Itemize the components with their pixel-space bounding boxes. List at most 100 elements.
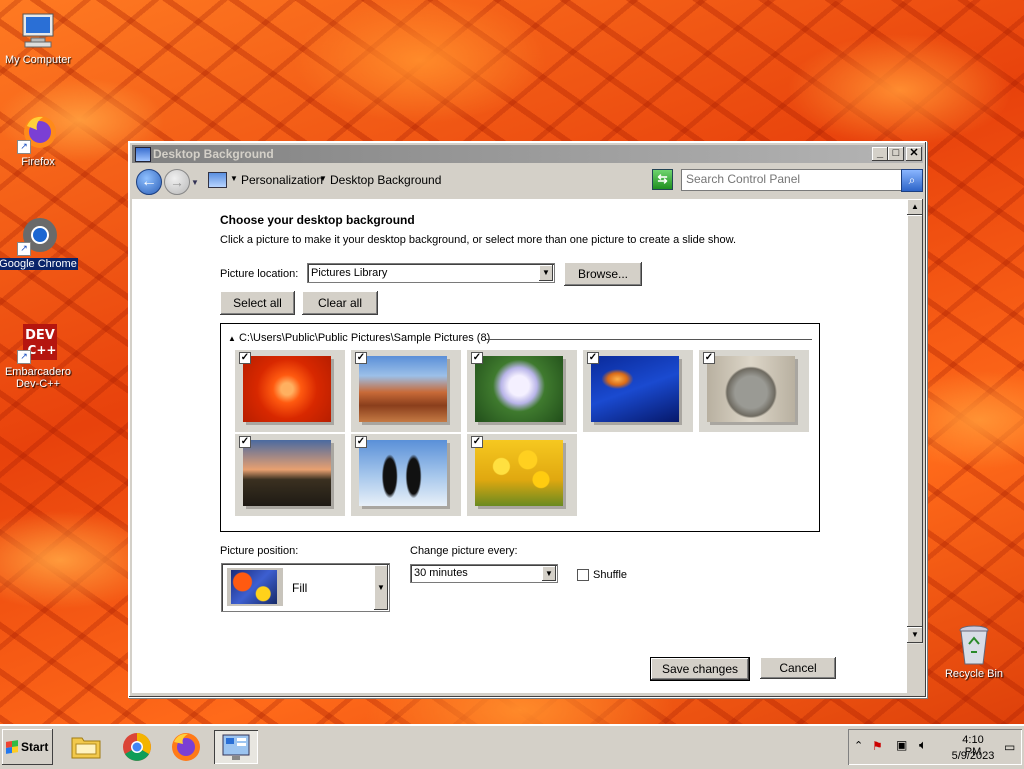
thumbnail-tulips[interactable]: ✓ (467, 434, 577, 516)
refresh-icon: ⇆ (657, 172, 668, 186)
chevron-down-icon[interactable]: ▼ (230, 174, 238, 183)
shuffle-checkbox[interactable] (577, 569, 589, 581)
title-bar[interactable]: Desktop Background _ □ ✕ (132, 145, 923, 163)
picture-location-label: Picture location: (220, 268, 299, 280)
control-panel-icon (135, 147, 151, 162)
back-button[interactable]: ← (136, 169, 162, 195)
thumbnail-chrysanthemum[interactable]: ✓ (235, 350, 345, 432)
shuffle-label[interactable]: Shuffle (593, 569, 627, 581)
breadcrumb[interactable]: ▼ Personalization ▼ Desktop Background ▼ (204, 169, 715, 191)
taskbar-explorer[interactable] (68, 730, 104, 764)
thumbnail-koala[interactable]: ✓ (699, 350, 809, 432)
chrome-icon: ↗ (17, 214, 59, 256)
minimize-button[interactable]: _ (872, 147, 888, 161)
dev-cpp-icon: DEV C++ ↗ (17, 322, 59, 364)
address-bar: ← → ▼ ▼ Personalization ▼ Desktop Backgr… (132, 164, 923, 198)
desktop-icon-my-computer[interactable]: My Computer (0, 10, 78, 66)
breadcrumb-personalization[interactable]: Personalization (241, 173, 323, 187)
thumbnail-checkbox[interactable]: ✓ (239, 436, 251, 448)
show-desktop-icon[interactable]: ▭ (1004, 740, 1015, 754)
scroll-down-button[interactable]: ▼ (907, 627, 923, 643)
breadcrumb-desktop-background[interactable]: Desktop Background (330, 173, 441, 187)
windows-logo-icon (6, 740, 18, 754)
desktop-icon-firefox[interactable]: ↗ Firefox (0, 112, 78, 168)
refresh-button[interactable]: ⇆ (652, 169, 673, 190)
maximize-button[interactable]: □ (888, 147, 904, 161)
thumbnail-checkbox[interactable]: ✓ (355, 436, 367, 448)
system-tray: ⌃ ⚑ ▣ 🔈︎ 4:10 PM 5/9/2023 ▭ (848, 729, 1022, 765)
desktop-icon-dev-cpp[interactable]: DEV C++ ↗ Embarcadero Dev-C++ (0, 322, 78, 390)
thumbnail-image (475, 356, 563, 422)
search-button[interactable]: ⌕ (901, 169, 923, 192)
control-panel-icon (208, 172, 227, 188)
desktop-icon-label: Embarcadero Dev-C++ (4, 366, 72, 390)
folder-icon (71, 737, 101, 759)
volume-icon[interactable]: 🔈︎ (919, 737, 927, 753)
vertical-scrollbar[interactable]: ▲ ▼ (907, 199, 923, 644)
computer-icon (17, 10, 59, 52)
thumbnail-penguins[interactable]: ✓ (351, 434, 461, 516)
instructions-text: Click a picture to make it your desktop … (220, 234, 737, 246)
divider (486, 339, 812, 340)
thumbnail-checkbox[interactable]: ✓ (471, 436, 483, 448)
picture-gallery: ▲ C:\Users\Public\Public Pictures\Sample… (220, 323, 820, 532)
desktop-icon-label: My Computer (4, 54, 72, 66)
shortcut-arrow-icon: ↗ (17, 242, 31, 256)
thumbnail-lighthouse[interactable]: ✓ (235, 434, 345, 516)
taskbar-control-panel[interactable] (214, 730, 258, 764)
chevron-down-icon[interactable]: ▼ (539, 265, 553, 281)
chrome-icon (123, 733, 151, 761)
taskbar-firefox[interactable] (168, 730, 204, 764)
picture-position-label: Picture position: (220, 545, 299, 557)
thumbnail-jellyfish[interactable]: ✓ (583, 350, 693, 432)
thumbnail-checkbox[interactable]: ✓ (355, 352, 367, 364)
gallery-group-header[interactable]: ▲ C:\Users\Public\Public Pictures\Sample… (228, 332, 490, 344)
forward-button[interactable]: → (164, 169, 190, 195)
desktop-icon-google-chrome[interactable]: ↗ Google Chrome (0, 214, 78, 270)
scrollbar-thumb[interactable] (907, 215, 923, 627)
chevron-down-icon[interactable]: ▼ (319, 174, 327, 183)
network-icon[interactable]: ▣ (896, 738, 907, 752)
thumbnail-checkbox[interactable]: ✓ (703, 352, 715, 364)
browse-button[interactable]: Browse... (564, 262, 642, 286)
change-interval-select[interactable]: 30 minutes ▼ (410, 564, 558, 583)
thumbnail-checkbox[interactable]: ✓ (239, 352, 251, 364)
thumbnail-checkbox[interactable]: ✓ (471, 352, 483, 364)
recent-pages-dropdown[interactable]: ▼ (191, 178, 199, 187)
cancel-button[interactable]: Cancel (760, 657, 836, 679)
start-label: Start (21, 740, 49, 754)
group-path: C:\Users\Public\Public Pictures\Sample P… (238, 332, 491, 344)
thumbnail-image (591, 356, 679, 422)
collapse-icon[interactable]: ▲ (228, 334, 236, 343)
picture-location-value: Pictures Library (311, 267, 388, 279)
position-preview (227, 568, 283, 606)
svg-text:DEV: DEV (25, 328, 55, 343)
thumbnail-image (359, 440, 447, 506)
thumbnail-desert[interactable]: ✓ (351, 350, 461, 432)
clear-all-button[interactable]: Clear all (302, 291, 378, 315)
show-hidden-icons-icon[interactable]: ⌃ (854, 739, 863, 752)
page-title: Choose your desktop background (220, 213, 415, 227)
thumbnail-image (243, 356, 331, 422)
main-content: Choose your desktop background Click a p… (132, 199, 907, 693)
picture-position-select[interactable]: Fill ▼ (221, 563, 390, 612)
select-all-button[interactable]: Select all (220, 291, 295, 315)
firefox-icon (172, 733, 200, 761)
security-alert-icon[interactable]: ⚑ (872, 739, 883, 753)
clock-date[interactable]: 5/9/2023 (948, 750, 998, 762)
desktop-icon-label: Google Chrome (0, 258, 78, 270)
thumbnail-checkbox[interactable]: ✓ (587, 352, 599, 364)
start-button[interactable]: Start (2, 729, 53, 765)
search-field[interactable] (681, 169, 902, 191)
save-changes-button[interactable]: Save changes (650, 657, 750, 681)
desktop-icon-recycle-bin[interactable]: Recycle Bin (934, 624, 1014, 680)
search-input[interactable] (682, 170, 900, 188)
chevron-down-icon[interactable]: ▼ (542, 566, 556, 581)
thumbnail-hydrangeas[interactable]: ✓ (467, 350, 577, 432)
close-button[interactable]: ✕ (906, 147, 922, 161)
scroll-up-button[interactable]: ▲ (907, 199, 923, 215)
taskbar-chrome[interactable] (119, 730, 155, 764)
chevron-down-icon[interactable]: ▼ (374, 565, 388, 610)
desktop-icon-label: Recycle Bin (944, 668, 1004, 680)
picture-location-select[interactable]: Pictures Library ▼ (307, 263, 555, 283)
